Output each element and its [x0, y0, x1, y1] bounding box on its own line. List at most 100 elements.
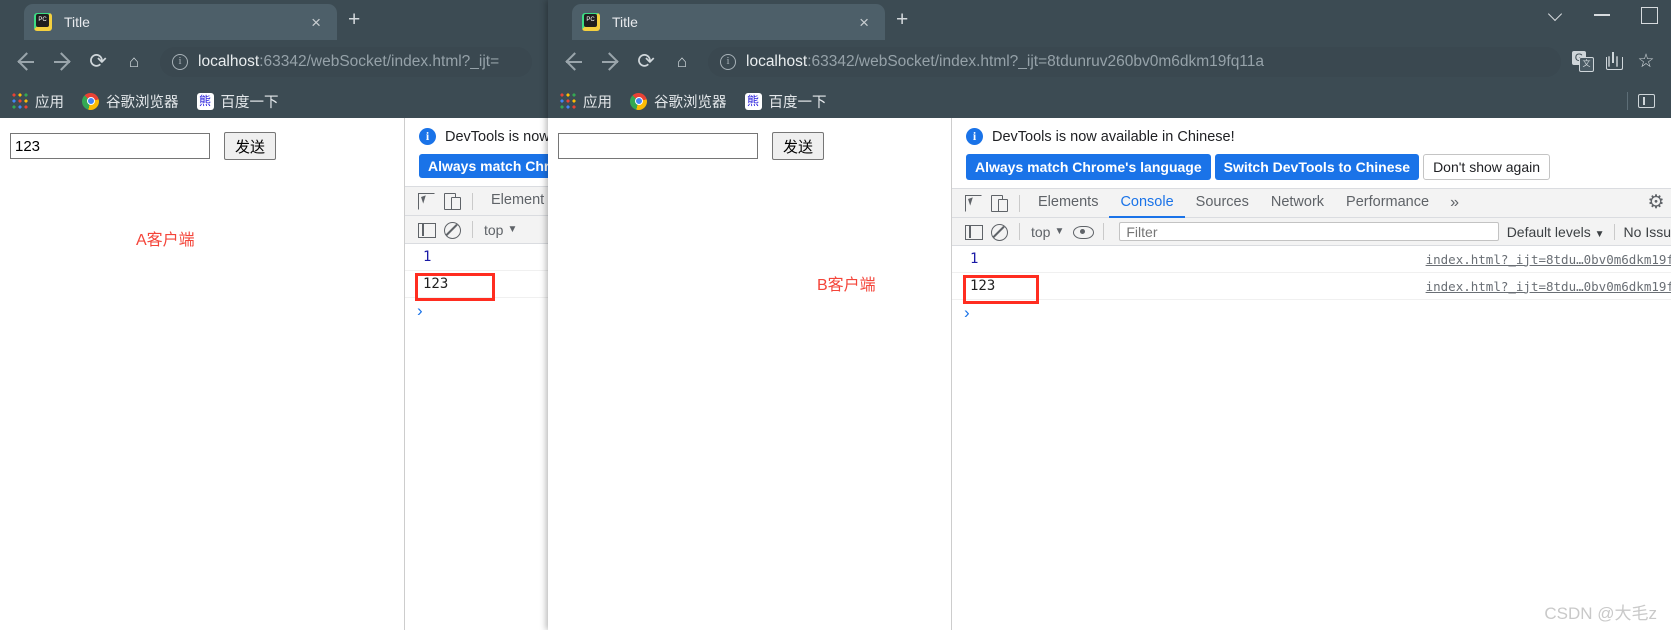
left-devtools-divider [472, 192, 473, 210]
site-info-icon[interactable]: i [720, 54, 736, 70]
left-url-text: localhost:63342/webSocket/index.html?_ij… [198, 53, 499, 71]
left-browser-tab[interactable]: Title × [24, 4, 337, 40]
left-url-rest: :63342/webSocket/index.html?_ijt= [259, 53, 500, 70]
chrome-icon [630, 92, 647, 110]
gear-icon[interactable] [1641, 188, 1671, 218]
right-back-button[interactable] [556, 44, 592, 80]
clear-console-icon[interactable] [439, 217, 465, 243]
baidu-icon: 熊 [196, 92, 214, 110]
screenshot-root: Title × + ⟳ ⌂ i localhost:63342/webSocke… [0, 0, 1671, 630]
right-devtools-filterbar: top ▼ Default levels ▼ No Issu [952, 218, 1671, 246]
left-home-button[interactable]: ⌂ [116, 44, 152, 80]
left-tab-elements[interactable]: Element [480, 186, 548, 216]
live-expression-icon[interactable] [1070, 219, 1096, 245]
left-new-tab-button[interactable]: + [348, 9, 360, 30]
left-console-prompt[interactable] [405, 298, 548, 322]
left-context-chevron-down-icon[interactable]: ▼ [507, 224, 517, 235]
console-sidebar-icon[interactable] [413, 217, 439, 243]
reading-list-icon[interactable] [1638, 94, 1655, 108]
info-icon: i [966, 128, 983, 145]
console-levels-selector[interactable]: Default levels ▼ [1507, 224, 1611, 240]
left-bookmark-baidu[interactable]: 熊 百度一下 [196, 91, 279, 112]
right-bookmark-chrome[interactable]: 谷歌浏览器 [630, 91, 727, 112]
right-home-button[interactable]: ⌂ [664, 44, 700, 80]
left-always-match-button[interactable]: Always match Chro [419, 154, 548, 178]
left-tab-close-icon[interactable]: × [305, 14, 327, 31]
left-devtools-notice: i DevTools is now a Always match Chro [405, 118, 548, 186]
right-bookmark-chrome-label: 谷歌浏览器 [654, 94, 727, 111]
left-context-selector[interactable]: top [480, 222, 507, 238]
right-bookmark-baidu[interactable]: 熊 百度一下 [744, 91, 827, 112]
console-prompt[interactable] [952, 300, 1671, 324]
left-forward-button[interactable] [44, 44, 80, 80]
right-url-host: localhost [746, 53, 808, 70]
right-omnibox[interactable]: i localhost:63342/webSocket/index.html?_… [708, 47, 1561, 77]
tab-performance[interactable]: Performance [1335, 188, 1440, 218]
right-send-button[interactable]: 发送 [772, 132, 825, 160]
console-levels-label: Default levels [1506, 223, 1591, 240]
console-source-link[interactable]: index.html?_ijt=8tdu…0bv0m6dkm19fq1 [1426, 252, 1671, 267]
left-bookmark-apps[interactable]: 应用 [12, 91, 64, 112]
left-omnibox[interactable]: i localhost:63342/webSocket/index.html?_… [160, 47, 532, 77]
left-client-annotation: A客户端 [136, 232, 195, 249]
left-console-output[interactable]: 1 123 [405, 244, 548, 630]
minimize-icon[interactable] [1579, 0, 1625, 30]
inspect-icon[interactable] [413, 188, 439, 214]
right-client-annotation: B客户端 [817, 277, 876, 294]
right-console-output[interactable]: 1 index.html?_ijt=8tdu…0bv0m6dkm19fq1 12… [952, 246, 1671, 630]
left-send-button[interactable]: 发送 [224, 132, 277, 160]
right-new-tab-button[interactable]: + [896, 9, 908, 30]
share-icon[interactable] [1601, 49, 1627, 75]
more-tabs-icon[interactable]: » [1440, 194, 1469, 212]
right-filter-divider-1 [1019, 223, 1020, 240]
tab-sources[interactable]: Sources [1185, 188, 1260, 218]
browser-window-right: Title × + ⟳ ⌂ i localhost:63342/webSocke… [548, 0, 1671, 630]
chrome-icon [82, 92, 99, 110]
right-tab-close-icon[interactable]: × [853, 14, 875, 31]
left-message-input[interactable] [10, 133, 210, 159]
console-source-link[interactable]: index.html?_ijt=8tdu…0bv0m6dkm19fq1 [1426, 279, 1671, 294]
right-bookmark-apps-label: 应用 [583, 94, 612, 111]
left-navbar: ⟳ ⌂ i localhost:63342/webSocket/index.ht… [0, 40, 548, 84]
right-forward-button[interactable] [592, 44, 628, 80]
context-selector[interactable]: top [1027, 224, 1054, 240]
right-message-input[interactable] [558, 133, 758, 159]
table-row: 123 index.html?_ijt=8tdu…0bv0m6dkm19fq1 [952, 273, 1671, 300]
phpstorm-favicon [582, 13, 600, 31]
translate-icon[interactable] [1569, 49, 1595, 75]
tab-network[interactable]: Network [1260, 188, 1335, 218]
right-devtools-panel: i DevTools is now available in Chinese! … [951, 118, 1671, 630]
context-chevron-down-icon[interactable]: ▼ [1054, 226, 1064, 237]
left-reload-button[interactable]: ⟳ [80, 44, 116, 80]
browser-window-left: Title × + ⟳ ⌂ i localhost:63342/webSocke… [0, 0, 548, 630]
inspect-icon[interactable] [960, 190, 986, 216]
star-icon[interactable] [1633, 49, 1659, 75]
left-bookmark-chrome[interactable]: 谷歌浏览器 [82, 91, 179, 112]
tab-elements[interactable]: Elements [1027, 188, 1109, 218]
maximize-icon[interactable] [1625, 0, 1671, 30]
right-tab-title: Title [612, 14, 638, 30]
device-toolbar-icon[interactable] [986, 190, 1012, 216]
issues-counter[interactable]: No Issu [1613, 223, 1671, 240]
right-navbar: ⟳ ⌂ i localhost:63342/webSocket/index.ht… [548, 40, 1671, 84]
device-toolbar-icon[interactable] [439, 188, 465, 214]
tab-console[interactable]: Console [1109, 188, 1184, 218]
right-bookmark-apps[interactable]: 应用 [560, 91, 612, 112]
console-filter-input[interactable] [1119, 222, 1499, 241]
left-devtools-filterbar: top ▼ [405, 216, 548, 244]
right-browser-tab[interactable]: Title × [572, 4, 885, 40]
clear-console-icon[interactable] [986, 219, 1012, 245]
right-filter-divider-2 [1103, 223, 1105, 240]
console-sidebar-icon[interactable] [960, 219, 986, 245]
levels-chevron-down-icon[interactable]: ▼ [1595, 229, 1605, 240]
chevron-down-icon[interactable] [1533, 0, 1579, 30]
always-match-chrome-language-button[interactable]: Always match Chrome's language [966, 154, 1211, 180]
right-reload-button[interactable]: ⟳ [628, 44, 664, 80]
left-back-button[interactable] [8, 44, 44, 80]
site-info-icon[interactable]: i [172, 54, 188, 70]
switch-devtools-to-chinese-button[interactable]: Switch DevTools to Chinese [1214, 154, 1420, 180]
right-bookmarks-overflow [1627, 92, 1659, 110]
right-url-rest: :63342/webSocket/index.html?_ijt=8tdunru… [807, 53, 1265, 70]
dont-show-again-button[interactable]: Don't show again [1423, 154, 1551, 180]
left-bookmark-chrome-label: 谷歌浏览器 [106, 94, 179, 111]
